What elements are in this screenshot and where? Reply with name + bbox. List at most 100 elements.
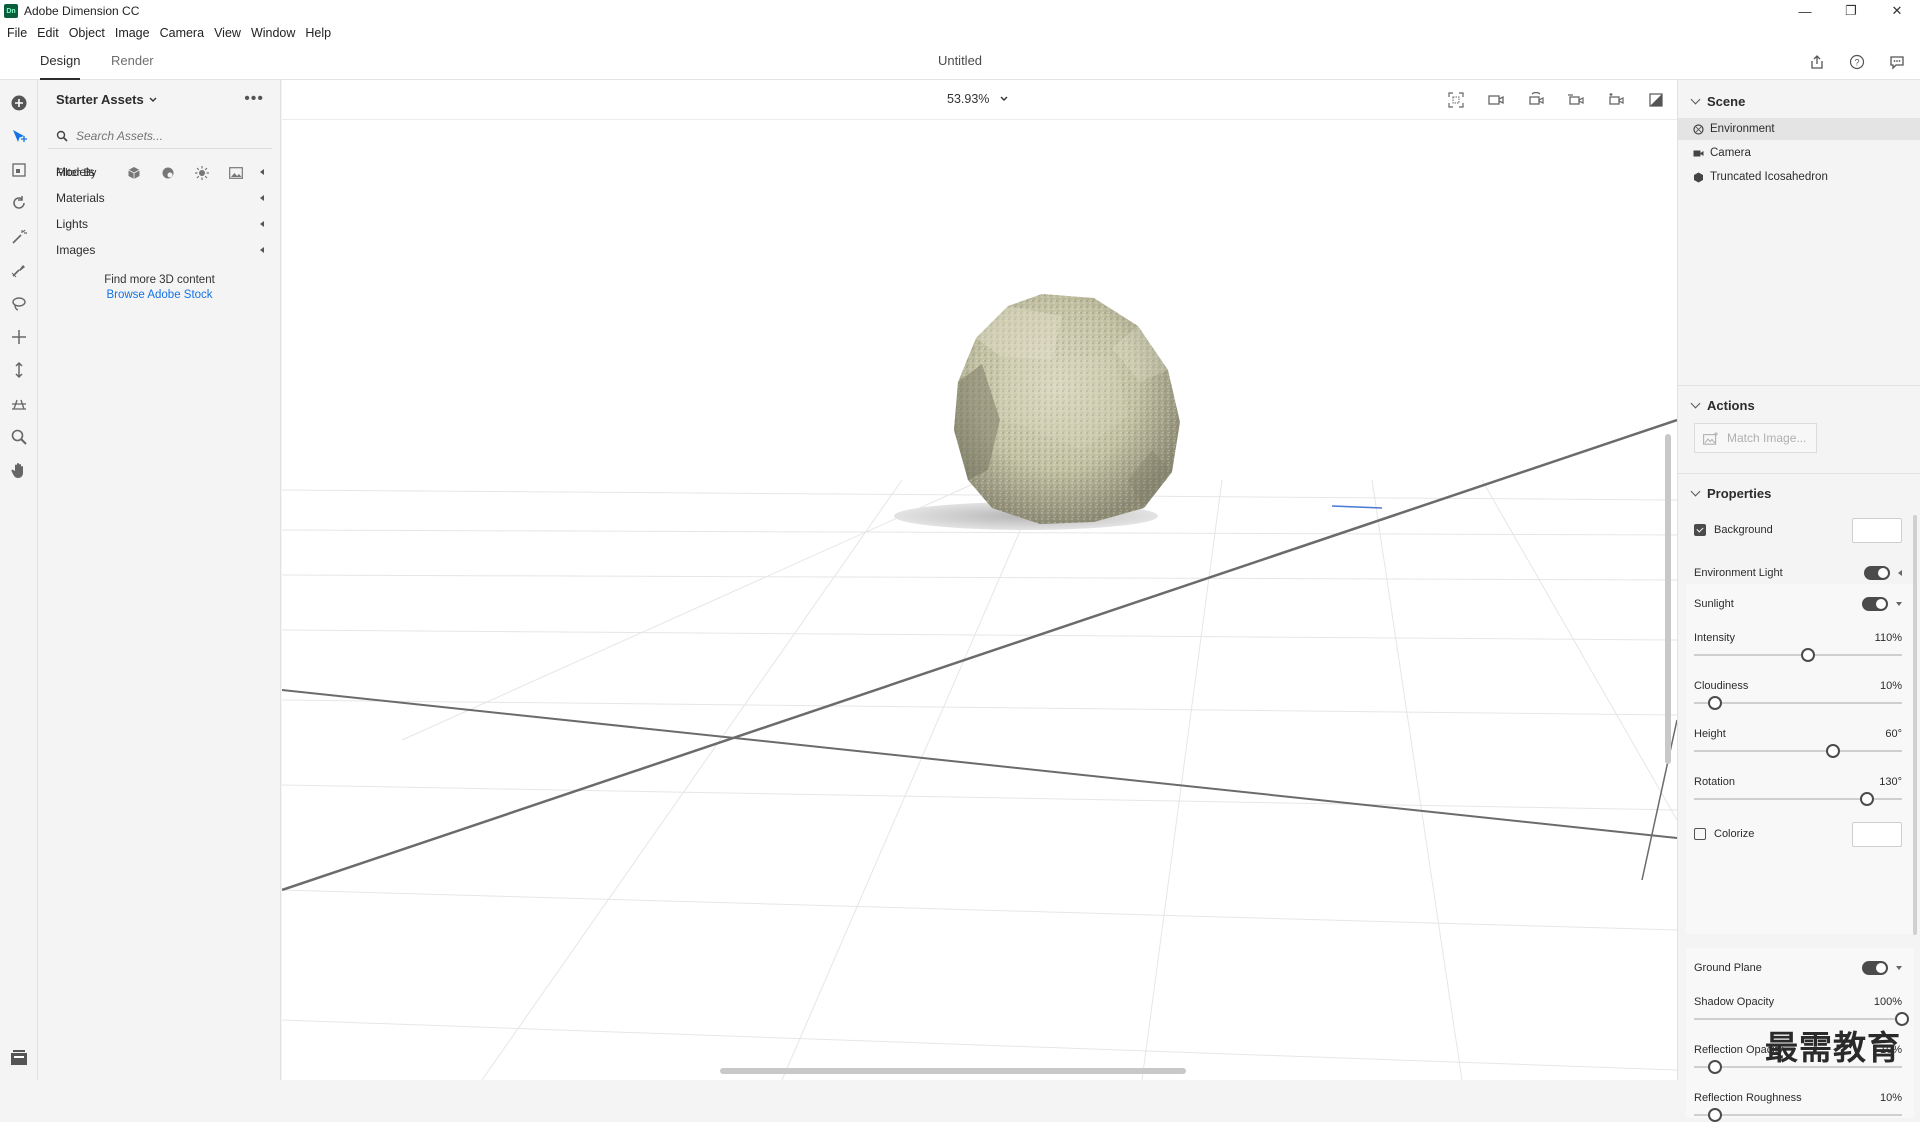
orbit-icon[interactable] (6, 190, 32, 216)
properties-section-header[interactable]: Properties (1690, 486, 1771, 501)
hand-icon[interactable] (6, 457, 32, 483)
select-frame-icon[interactable] (6, 157, 32, 183)
more-options-icon[interactable]: ••• (244, 90, 264, 108)
height-slider[interactable] (1694, 744, 1902, 758)
intensity-slider[interactable] (1694, 648, 1902, 662)
height-label: Height (1694, 728, 1726, 740)
close-icon[interactable]: ✕ (1874, 0, 1920, 22)
frame-selection-icon[interactable] (1443, 88, 1469, 112)
panel-toggle-icon[interactable] (10, 1050, 28, 1066)
browse-adobe-stock-link[interactable]: Browse Adobe Stock (38, 289, 281, 301)
share-icon[interactable] (1804, 50, 1830, 74)
menu-file[interactable]: File (2, 26, 32, 40)
slider-thumb[interactable] (1801, 648, 1816, 662)
zoom-icon[interactable] (6, 424, 32, 450)
slider-thumb[interactable] (1826, 744, 1841, 758)
camera-pan-icon[interactable] (1563, 88, 1589, 112)
slider-thumb[interactable] (1707, 1108, 1722, 1122)
properties-scrollbar[interactable] (1913, 515, 1917, 935)
environment-light-row: Environment Light (1694, 563, 1902, 583)
menu-help[interactable]: Help (300, 26, 336, 40)
divider (1678, 473, 1920, 474)
scene-canvas[interactable] (282, 120, 1677, 1080)
reflection-roughness-slider[interactable] (1694, 1108, 1902, 1122)
category-materials[interactable]: Materials (56, 188, 264, 208)
lasso-icon[interactable] (6, 291, 32, 317)
slider-thumb[interactable] (1707, 696, 1722, 710)
ground-grid (282, 479, 1677, 1080)
background-checkbox[interactable] (1694, 524, 1706, 536)
environment-light-toggle[interactable] (1864, 566, 1890, 580)
category-models[interactable]: Models (56, 162, 264, 182)
menu-edit[interactable]: Edit (32, 26, 64, 40)
scene-section-header[interactable]: Scene (1690, 94, 1746, 109)
actions-section-header[interactable]: Actions (1690, 398, 1755, 413)
cloudiness-row: Cloudiness 10% (1694, 676, 1902, 696)
render-preview-icon[interactable] (1643, 88, 1669, 112)
camera-dolly-icon[interactable] (1603, 88, 1629, 112)
truncated-icosahedron-model[interactable] (954, 294, 1180, 524)
search-input[interactable] (76, 128, 256, 143)
starter-assets-dropdown[interactable]: Starter Assets (56, 92, 158, 107)
tab-design[interactable]: Design (40, 44, 81, 80)
magic-wand-icon[interactable] (6, 224, 32, 250)
cloudiness-slider[interactable] (1694, 696, 1902, 710)
expand-arrow-icon (260, 169, 264, 175)
tab-render[interactable]: Render (111, 44, 154, 80)
dolly-icon[interactable] (6, 357, 32, 383)
menu-object[interactable]: Object (64, 26, 110, 40)
help-icon[interactable]: ? (1844, 50, 1870, 74)
menu-camera[interactable]: Camera (155, 26, 209, 40)
horizon-icon[interactable] (6, 391, 32, 417)
actions-title: Actions (1707, 398, 1755, 413)
intensity-value: 110% (1874, 632, 1902, 644)
scene-item-truncated-icosahedron[interactable]: Truncated Icosahedron (1678, 166, 1920, 188)
background-row: Background (1694, 517, 1902, 543)
minimize-icon[interactable]: — (1782, 0, 1828, 22)
category-lights[interactable]: Lights (56, 214, 264, 234)
colorize-color-swatch[interactable] (1852, 821, 1902, 847)
menu-window[interactable]: Window (246, 26, 300, 40)
category-label: Models (56, 165, 95, 179)
chevron-down-icon (1690, 398, 1701, 409)
pan-cross-icon[interactable] (6, 324, 32, 350)
zoom-dropdown[interactable]: 53.93% (947, 92, 1009, 106)
scene-title: Scene (1707, 94, 1746, 109)
restore-icon[interactable]: ❐ (1828, 0, 1874, 22)
collapse-arrow-icon[interactable] (1896, 966, 1902, 970)
chevron-down-icon (1000, 96, 1008, 101)
ground-plane-row: Ground Plane (1694, 958, 1902, 978)
sample-material-icon[interactable] (6, 257, 32, 283)
camera-bookmark-icon[interactable] (1483, 88, 1509, 112)
category-images[interactable]: Images (56, 240, 264, 260)
menu-image[interactable]: Image (110, 26, 155, 40)
select-move-icon[interactable] (6, 124, 32, 150)
background-color-swatch[interactable] (1852, 517, 1902, 543)
scene-item-environment[interactable]: Environment (1678, 118, 1920, 140)
viewport-vertical-scrollbar[interactable] (1665, 434, 1671, 764)
scene-item-camera[interactable]: Camera (1678, 142, 1920, 164)
collapse-arrow-icon[interactable] (1896, 602, 1902, 606)
feedback-icon[interactable] (1884, 50, 1910, 74)
colorize-checkbox[interactable] (1694, 828, 1706, 840)
header-actions: ? (1804, 50, 1910, 74)
sunlight-toggle[interactable] (1862, 597, 1888, 611)
rotation-slider[interactable] (1694, 792, 1902, 806)
expand-arrow-icon (260, 221, 264, 227)
match-image-button[interactable]: Match Image... (1694, 423, 1817, 453)
height-value: 60° (1885, 728, 1902, 740)
viewport[interactable]: 53.93% (282, 80, 1677, 1080)
ground-plane-toggle[interactable] (1862, 961, 1888, 975)
slider-thumb[interactable] (1707, 1060, 1722, 1074)
menu-view[interactable]: View (209, 26, 246, 40)
camera-tools (1443, 88, 1669, 112)
tool-rail (0, 80, 38, 1080)
chevron-down-icon (149, 97, 157, 102)
slider-thumb[interactable] (1859, 792, 1874, 806)
mode-tab-bar: Untitled Design Render ? (0, 44, 1920, 80)
viewport-horizontal-scrollbar[interactable] (720, 1068, 1186, 1074)
expand-arrow-icon[interactable] (1898, 570, 1902, 576)
camera-orbit-icon[interactable] (1523, 88, 1549, 112)
add-icon[interactable] (6, 90, 32, 116)
window-controls: — ❐ ✕ (1782, 0, 1920, 22)
